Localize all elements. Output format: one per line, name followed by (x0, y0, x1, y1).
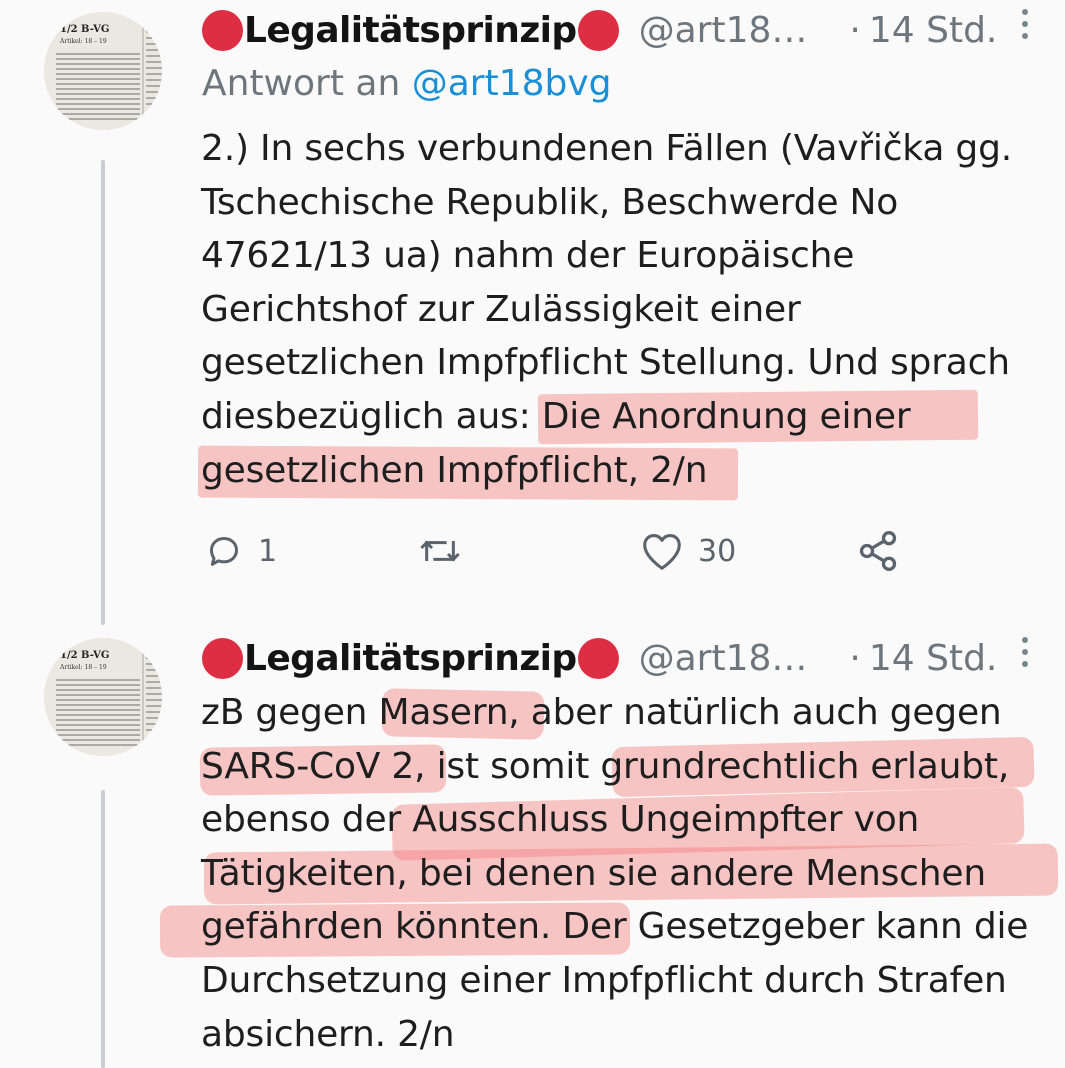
tweet-header: Legalitätsprinzip @art18… · 14 Std. (202, 630, 997, 686)
text-line: SARS-CoV 2, ist somit grundrechtlich erl… (201, 745, 1010, 787)
avatar-label: 1/2 B-VG (60, 24, 109, 35)
avatar-label: 1/2 B-VG (60, 650, 109, 661)
svg-text:Artikel: 18 – 19: Artikel: 18 – 19 (59, 664, 107, 671)
display-name[interactable]: Legalitätsprinzip (244, 10, 577, 51)
text-line: Tätigkeiten, bei denen sie andere Mensch… (201, 852, 986, 894)
text-line: 47621/13 ua) nahm der Europäische (201, 235, 855, 277)
retweet-icon (420, 540, 460, 562)
text-line: ebenso der Ausschluss Ungeimpfter von (201, 799, 920, 841)
text-line: Gerichtshof zur Zulässigkeit einer (201, 288, 801, 330)
text-line: Durchsetzung einer Impfpflicht durch Str… (201, 959, 1007, 1001)
tweet-text: 2.) In sechs verbundenen Fällen (Vavřičk… (201, 122, 1012, 497)
text-line: gefährden könnten. Der Gesetzgeber kann … (201, 906, 1029, 948)
reply-mention-link[interactable]: @art18bvg (412, 63, 612, 104)
svg-text:Artikel: 18 – 19: Artikel: 18 – 19 (59, 38, 107, 45)
text-line: gesetzlichen Impfpflicht Stellung. Und s… (201, 342, 1010, 384)
separator-dot: · (849, 637, 861, 679)
like-button[interactable]: 30 (640, 526, 736, 576)
reply-context: Antwort an @art18bvg (202, 63, 612, 104)
text-line: gesetzlichen Impfpflicht, 2/n (201, 449, 708, 491)
reply-count: 1 (258, 533, 278, 569)
text-line: 2.) In sechs verbundenen Fällen (Vavřičk… (201, 128, 1012, 169)
timestamp[interactable]: 14 Std. (869, 10, 998, 51)
avatar[interactable]: 1/2 B-VG Artikel: 18 – 19 (44, 638, 162, 756)
red-circle-emoji (202, 637, 243, 679)
more-options-icon[interactable] (1014, 9, 1036, 49)
text-line: absichern. 2/n (201, 1013, 455, 1055)
law-book-page-avatar: 1/2 B-VG Artikel: 18 – 19 (44, 638, 162, 756)
heart-icon (643, 534, 681, 570)
share-icon (859, 531, 897, 571)
tweet-text: zB gegen Masern, aber natürlich auch geg… (201, 686, 1028, 1061)
text-line: zB gegen Masern, aber natürlich auch geg… (201, 692, 1002, 733)
timestamp[interactable]: 14 Std. (869, 638, 998, 679)
red-circle-emoji (577, 9, 619, 51)
reply-button[interactable]: 1 (204, 526, 277, 576)
share-button[interactable] (856, 526, 900, 576)
reply-icon (210, 537, 238, 566)
law-book-page-avatar: 1/2 B-VG Artikel: 18 – 19 (44, 12, 162, 130)
tweet-header: Legalitätsprinzip @art18… · 14 Std. (202, 2, 997, 58)
red-circle-emoji (577, 637, 619, 679)
text-line: diesbezüglich aus: Die Anordnung einer (201, 395, 911, 437)
user-handle[interactable]: @art18… (639, 638, 808, 679)
separator-dot: · (849, 9, 861, 51)
like-count: 30 (698, 533, 737, 569)
more-options-icon[interactable] (1014, 637, 1036, 677)
retweet-button[interactable] (418, 526, 462, 576)
display-name[interactable]: Legalitätsprinzip (244, 638, 577, 679)
reply-prefix: Antwort an (202, 63, 401, 104)
thread-connector-line (101, 790, 105, 1068)
user-handle[interactable]: @art18… (639, 10, 808, 51)
tweet-actions: 1 30 (200, 526, 940, 576)
avatar[interactable]: 1/2 B-VG Artikel: 18 – 19 (44, 12, 162, 130)
thread-connector-line (101, 160, 105, 625)
red-circle-emoji (202, 9, 243, 51)
text-line: Tschechische Republik, Beschwerde No (201, 181, 899, 223)
twitter-thread: 1/2 B-VG Artikel: 18 – 19 Legalitätsprin… (0, 0, 1065, 1068)
